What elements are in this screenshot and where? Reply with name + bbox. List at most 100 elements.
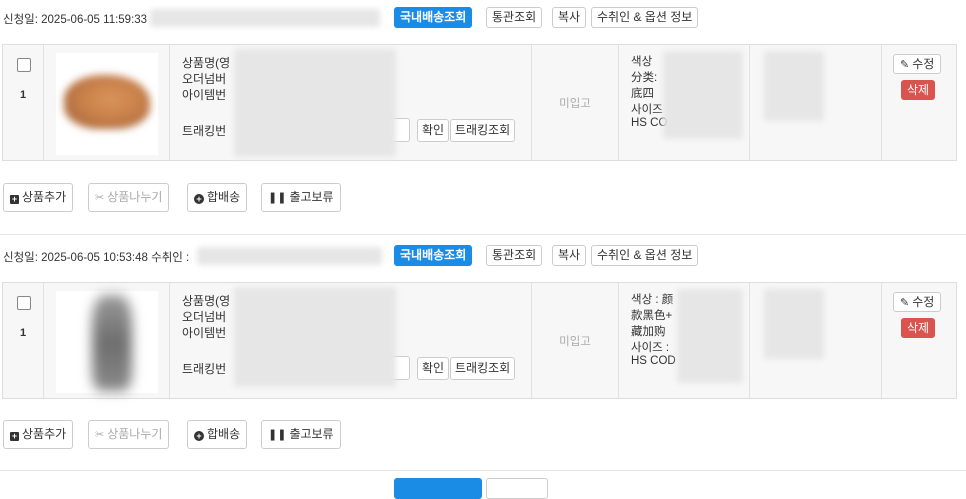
option-size: 사이즈 — [631, 104, 663, 116]
plus-square-icon: + — [10, 431, 19, 441]
coat-product-image-icon — [92, 295, 132, 391]
image-cell — [44, 283, 170, 398]
item-checkbox[interactable] — [17, 296, 31, 310]
redacted-product-info — [234, 49, 396, 157]
options-cell: 색상 分类: 底四 사이즈 HS CO — [619, 45, 750, 160]
order-request-date: 신청일: 2025-06-05 10:53:48 수취인 : — [3, 252, 190, 264]
product-info-cell: 상품명(영 오더넘버 아이템번 트래킹번 확인 트래킹조회 — [170, 45, 532, 160]
add-product-label: 상품추가 — [22, 427, 67, 441]
domestic-tracking-button[interactable]: 국내배송조회 — [394, 245, 473, 266]
combine-shipping-button[interactable]: + 합배송 — [187, 183, 248, 212]
product-thumbnail[interactable] — [56, 53, 158, 155]
edit-button[interactable]: ✎ 수정 — [893, 54, 942, 74]
delete-button[interactable]: 삭제 — [901, 318, 936, 338]
product-info-cell: 상품명(영 오더넘버 아이템번 트래킹번 확인 트래킹조회 — [170, 283, 532, 398]
redacted-extra — [764, 51, 824, 121]
option-detail: 藏加购 — [631, 326, 666, 338]
item-number-label: 아이템번 — [182, 326, 227, 340]
redacted-options — [677, 289, 743, 383]
confirm-button[interactable]: 확인 — [417, 119, 450, 142]
combine-shipping-button[interactable]: + 합배송 — [187, 420, 248, 449]
redacted-meta — [150, 9, 380, 27]
order-header: 신청일: 2025-06-05 11:59:33 국내배송조회 통관조회 복사 … — [0, 7, 966, 29]
scissors-icon: ✂ — [95, 192, 105, 204]
hold-shipping-label: 출고보류 — [289, 190, 334, 204]
order-item-row: 1 상품명(영 오더넘버 아이템번 트래킹번 확인 트래킹조회 미입고 색상 分… — [2, 44, 957, 161]
option-category: 分类: — [631, 72, 658, 84]
edit-label: 수정 — [912, 57, 935, 71]
tracking-lookup-button[interactable]: 트래킹조회 — [450, 119, 516, 142]
edit-icon: ✎ — [900, 297, 910, 309]
copy-button[interactable]: 복사 — [552, 245, 587, 266]
item-status: 미입고 — [559, 336, 591, 348]
shoe-product-image-icon — [64, 75, 150, 129]
product-name-label: 상품명(영 — [182, 294, 231, 308]
option-hs-code: HS COD — [631, 355, 676, 367]
tracking-number-label: 트래킹번 — [182, 362, 227, 376]
recipient-options-button[interactable]: 수취인 & 옵션 정보 — [591, 245, 699, 266]
scissors-icon: ✂ — [95, 429, 105, 441]
combine-shipping-label: 합배송 — [207, 190, 241, 204]
option-detail: 底四 — [631, 88, 654, 100]
item-index: 1 — [20, 327, 27, 339]
manage-cell: ✎ 수정 삭제 — [882, 45, 956, 160]
option-size: 사이즈 : — [631, 342, 670, 354]
domestic-tracking-button-partial[interactable] — [394, 478, 482, 499]
item-number-label: 아이템번 — [182, 88, 227, 102]
option-hs-code: HS CO — [631, 117, 668, 129]
plus-square-icon: + — [10, 194, 19, 204]
redacted-product-info — [234, 287, 396, 387]
select-cell: 1 — [3, 45, 44, 160]
customs-lookup-button[interactable]: 통관조회 — [486, 7, 543, 28]
delete-button[interactable]: 삭제 — [901, 80, 936, 100]
recipient-options-button[interactable]: 수취인 & 옵션 정보 — [591, 7, 699, 28]
order-separator — [0, 470, 966, 471]
option-color: 색상 : 颜 — [631, 294, 674, 306]
confirm-button[interactable]: 확인 — [417, 357, 450, 380]
status-cell: 미입고 — [532, 283, 619, 398]
manage-cell: ✎ 수정 삭제 — [882, 283, 956, 398]
pause-icon: ❚❚ — [268, 429, 287, 441]
item-checkbox[interactable] — [17, 58, 31, 72]
edit-icon: ✎ — [900, 59, 910, 71]
option-category: 款黑色+ — [631, 310, 673, 322]
order-request-date: 신청일: 2025-06-05 11:59:33 — [3, 14, 148, 26]
plus-circle-icon: + — [194, 194, 204, 204]
split-product-label: 상품나누기 — [107, 190, 163, 204]
item-index: 1 — [20, 89, 27, 101]
domestic-tracking-button[interactable]: 국내배송조회 — [394, 7, 473, 28]
options-cell: 색상 : 颜 款黑色+ 藏加购 사이즈 : HS COD — [619, 283, 750, 398]
select-cell: 1 — [3, 283, 44, 398]
split-product-label: 상품나누기 — [107, 427, 163, 441]
pause-icon: ❚❚ — [268, 192, 287, 204]
customs-lookup-button[interactable]: 통관조회 — [486, 245, 543, 266]
order-number-label: 오더넘버 — [182, 72, 227, 86]
hold-shipping-button[interactable]: ❚❚ 출고보류 — [261, 183, 341, 212]
order-header: 신청일: 2025-06-05 10:53:48 수취인 : 국내배송조회 통관… — [0, 245, 966, 267]
combine-shipping-label: 합배송 — [207, 427, 241, 441]
customs-lookup-button-partial[interactable] — [486, 478, 548, 499]
edit-button[interactable]: ✎ 수정 — [893, 292, 942, 312]
option-color: 색상 — [631, 56, 653, 68]
add-product-label: 상품추가 — [22, 190, 67, 204]
item-status: 미입고 — [559, 98, 591, 110]
product-thumbnail[interactable] — [56, 291, 158, 393]
plus-circle-icon: + — [194, 431, 204, 441]
split-product-button[interactable]: ✂ 상품나누기 — [88, 420, 170, 449]
add-product-button[interactable]: + 상품추가 — [3, 420, 74, 449]
redacted-meta — [197, 247, 382, 265]
image-cell — [44, 45, 170, 160]
product-name-label: 상품명(영 — [182, 56, 231, 70]
redacted-extra — [764, 289, 824, 359]
tracking-number-label: 트래킹번 — [182, 124, 227, 138]
hold-shipping-button[interactable]: ❚❚ 출고보류 — [261, 420, 341, 449]
copy-button[interactable]: 복사 — [552, 7, 587, 28]
order-separator — [0, 234, 966, 235]
extra-cell — [750, 45, 882, 160]
order-item-row: 1 상품명(영 오더넘버 아이템번 트래킹번 확인 트래킹조회 미입고 색상 :… — [2, 282, 957, 399]
extra-cell — [750, 283, 882, 398]
split-product-button[interactable]: ✂ 상품나누기 — [88, 183, 170, 212]
hold-shipping-label: 출고보류 — [289, 427, 334, 441]
add-product-button[interactable]: + 상품추가 — [3, 183, 74, 212]
tracking-lookup-button[interactable]: 트래킹조회 — [450, 357, 516, 380]
